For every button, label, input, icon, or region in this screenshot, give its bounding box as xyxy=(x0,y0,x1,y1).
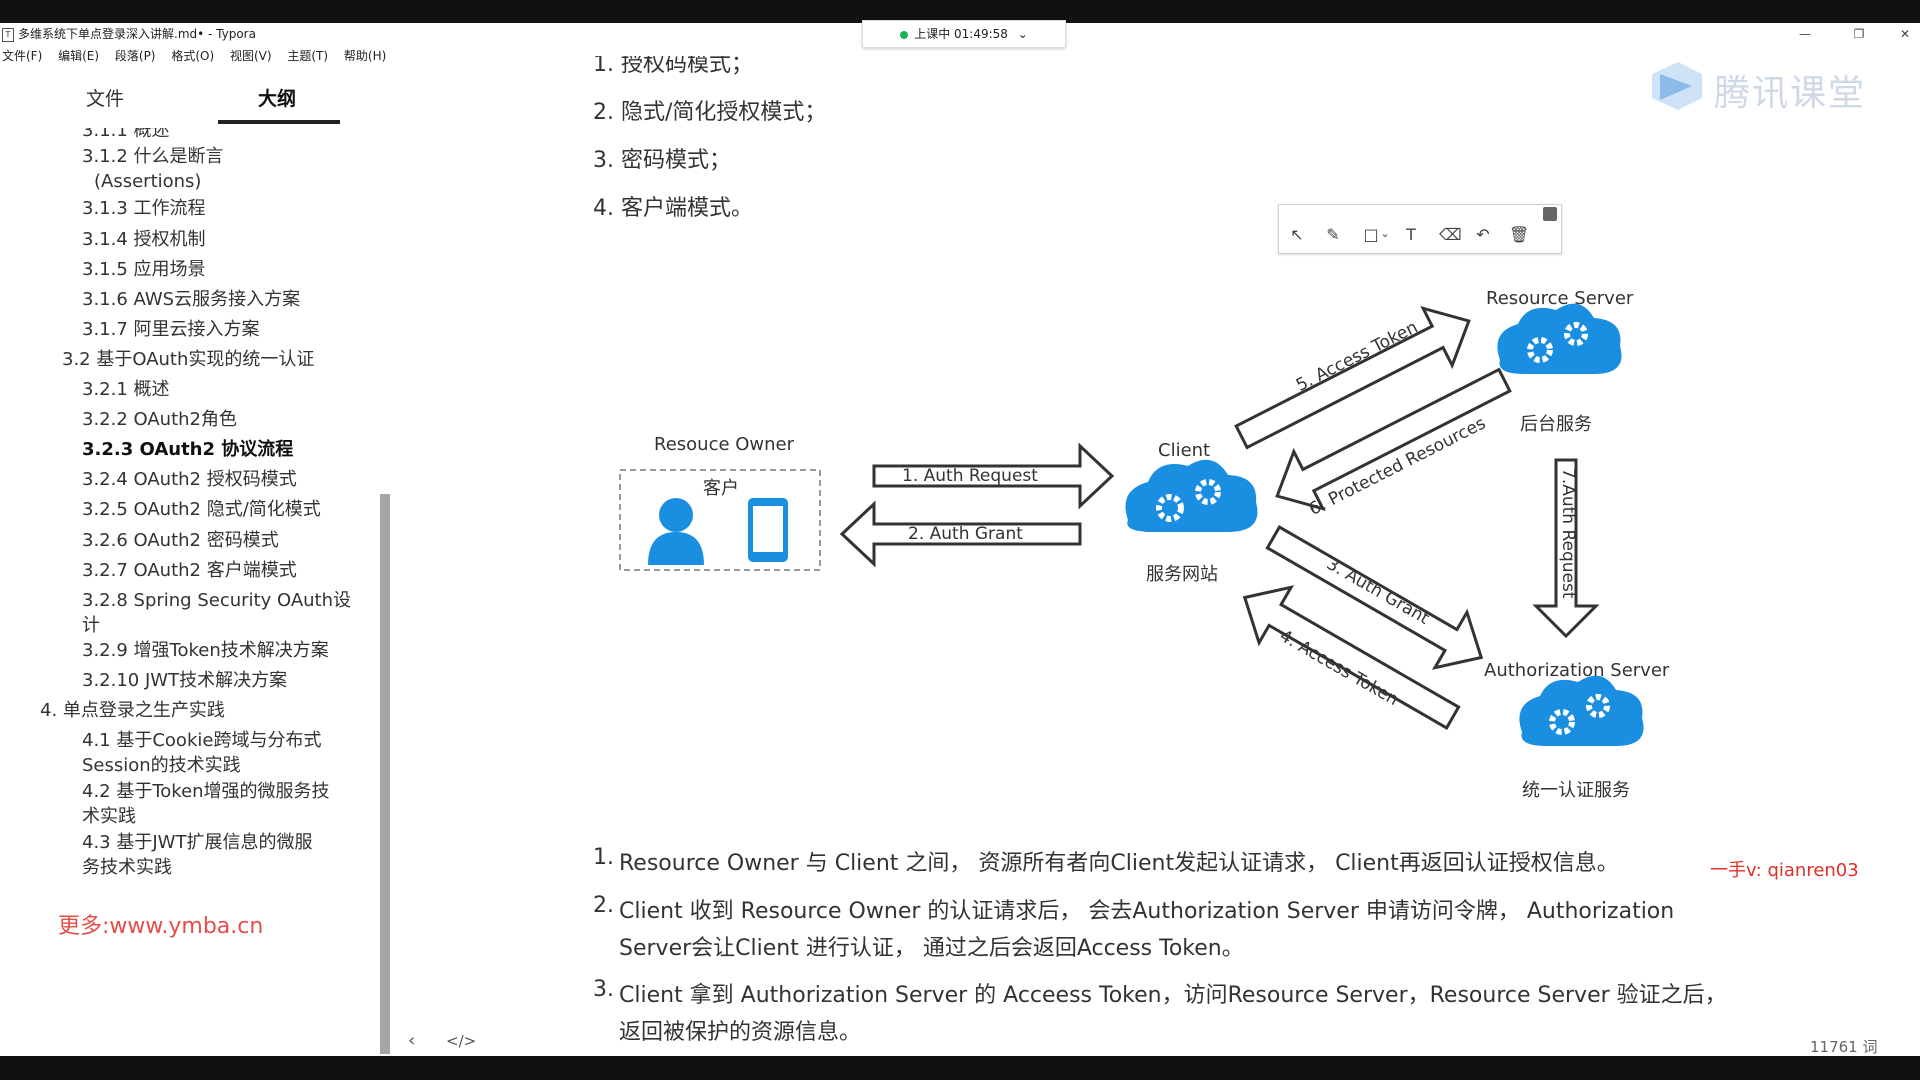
list-item-number: 3. xyxy=(593,977,614,1002)
list-item: 2. 隐式/简化授权模式； xyxy=(593,100,827,125)
source-code-icon[interactable]: </> xyxy=(446,1032,476,1050)
live-dot-icon xyxy=(900,30,909,39)
oauth-flow-diagram: Resouce Owner 客户 1. Auth Request 2. Auth… xyxy=(588,270,1728,810)
list-item-text: Server会让Client 进行认证， 通过之后会返回Access Token… xyxy=(619,936,1244,961)
text-icon[interactable]: T xyxy=(1401,225,1421,244)
tencent-classroom-logo: 腾讯课堂 xyxy=(1648,58,1868,114)
menu-edit[interactable]: 编辑(E) xyxy=(58,46,99,66)
pen-icon[interactable]: ✎ xyxy=(1323,225,1343,244)
list-item-number: 1. xyxy=(593,845,614,870)
menu-file[interactable]: 文件(F) xyxy=(2,46,42,66)
outline-item[interactable]: 3.1.6 AWS云服务接入方案 xyxy=(82,287,300,312)
chevron-down-icon[interactable]: ⌄ xyxy=(1375,227,1395,240)
list-item-text: Client 拿到 Authorization Server 的 Acceess… xyxy=(619,983,1727,1008)
list-item-text: 返回被保护的资源信息。 xyxy=(619,1020,862,1045)
outline-item[interactable]: 3.2.8 Spring Security OAuth设 xyxy=(82,588,351,613)
menu-format[interactable]: 格式(O) xyxy=(171,46,214,66)
active-tab-indicator xyxy=(218,120,340,124)
outline-item[interactable]: 4.2 基于Token增强的微服务技 xyxy=(82,779,330,804)
tab-outline[interactable]: 大纲 xyxy=(258,84,296,111)
sidebar-scrollbar-thumb[interactable] xyxy=(380,494,390,1054)
client-title: Client xyxy=(1158,440,1211,461)
outline-item[interactable]: 3.2.9 增强Token技术解决方案 xyxy=(82,638,329,663)
resource-server-title: Resource Server xyxy=(1486,288,1634,309)
outline-item[interactable]: 3.1.5 应用场景 xyxy=(82,257,206,282)
maximize-button[interactable]: ❐ xyxy=(1836,23,1882,46)
outline-item[interactable]: 3.1.4 授权机制 xyxy=(82,227,206,252)
menu-help[interactable]: 帮助(H) xyxy=(344,46,386,66)
outline-item[interactable]: 3.2.2 OAuth2角色 xyxy=(82,407,237,432)
auth-server-subtitle: 统一认证服务 xyxy=(1522,780,1630,801)
outline-item[interactable]: 4. 单点登录之生产实践 xyxy=(40,698,225,723)
outline-item-continuation[interactable]: 计 xyxy=(82,613,100,638)
close-button[interactable]: ✕ xyxy=(1882,23,1920,46)
annotation-toolbar: ↖ ✎ □ ⌄ T ⌫ ↶ 🗑 xyxy=(1278,204,1562,254)
minimize-button[interactable]: — xyxy=(1782,23,1828,46)
tab-files[interactable]: 文件 xyxy=(86,84,124,111)
phone-icon xyxy=(748,498,788,562)
outline-item[interactable]: 4.1 基于Cookie跨域与分布式 xyxy=(82,728,321,753)
resource-server-cloud-icon xyxy=(1497,303,1622,374)
resource-owner-title: Resouce Owner xyxy=(654,434,795,455)
arrow-label-2: 2. Auth Grant xyxy=(908,524,1023,544)
outline-item-continuation[interactable]: Session的技术实践 xyxy=(82,753,241,778)
window-title: 多维系统下单点登录深入讲解.md• - Typora xyxy=(18,27,256,41)
outline-item[interactable]: 4.3 基于JWT扩展信息的微服 xyxy=(82,830,312,855)
back-arrow-icon[interactable]: ‹ xyxy=(408,1030,415,1051)
outline-item[interactable]: 3.1.7 阿里云接入方案 xyxy=(82,317,260,342)
arrow-label-7: 7.Auth Request xyxy=(1558,468,1578,599)
class-timer[interactable]: 上课中 01:49:58 ⌄ xyxy=(862,20,1066,48)
client-subtitle: 服务网站 xyxy=(1146,564,1218,585)
screen-bottom-band xyxy=(0,1056,1920,1080)
chevron-down-icon: ⌄ xyxy=(1017,27,1028,41)
outline-item[interactable]: 3.1.3 工作流程 xyxy=(82,196,206,221)
menu-theme[interactable]: 主题(T) xyxy=(287,46,328,66)
outline-item-continuation[interactable]: 术实践 xyxy=(82,804,136,829)
list-item: 4. 客户端模式。 xyxy=(593,196,753,221)
trash-icon[interactable]: 🗑 xyxy=(1509,225,1529,244)
outline-item[interactable]: 3.1.1 概述 xyxy=(82,128,170,143)
resource-owner-subtitle: 客户 xyxy=(703,478,739,499)
outline-item[interactable]: 3.2.10 JWT技术解决方案 xyxy=(82,668,287,693)
diagram-canvas xyxy=(619,303,1644,746)
outline-item[interactable]: 3.2.5 OAuth2 隐式/简化模式 xyxy=(82,497,321,522)
list-item-text: Client 收到 Resource Owner 的认证请求后， 会去Autho… xyxy=(619,899,1675,924)
list-item-text: Resource Owner 与 Client 之间， 资源所有者向Client… xyxy=(619,851,1619,876)
menu-paragraph[interactable]: 段落(P) xyxy=(115,46,156,66)
outline-item[interactable]: 3.2.1 概述 xyxy=(82,377,170,402)
watermark-left: 更多:www.ymba.cn xyxy=(58,914,264,939)
typora-app-icon: T xyxy=(2,28,14,42)
list-item-number: 2. xyxy=(593,893,614,918)
menu-bar: 文件(F) 编辑(E) 段落(P) 格式(O) 视图(V) 主题(T) 帮助(H… xyxy=(0,46,1920,66)
list-item: 3. 密码模式； xyxy=(593,148,731,173)
play-icon xyxy=(1652,62,1702,110)
client-cloud-icon xyxy=(1125,459,1258,532)
outline-item-continuation[interactable]: (Assertions) xyxy=(94,169,201,194)
resource-server-subtitle: 后台服务 xyxy=(1520,414,1592,435)
eraser-icon[interactable]: ⌫ xyxy=(1439,225,1462,244)
outline-item[interactable]: 3.2.7 OAuth2 客户端模式 xyxy=(82,558,297,583)
outline-item-continuation[interactable]: 务技术实践 xyxy=(82,855,172,880)
arrow-label-1: 1. Auth Request xyxy=(902,466,1038,486)
outline-item[interactable]: 3.1.2 什么是断言 xyxy=(82,144,224,169)
auth-server-cloud-icon xyxy=(1519,675,1644,746)
class-timer-label: 上课中 01:49:58 xyxy=(914,27,1008,41)
outline-item-active[interactable]: 3.2.3 OAuth2 协议流程 xyxy=(82,437,293,462)
person-icon xyxy=(648,498,704,565)
auth-server-title: Authorization Server xyxy=(1484,660,1670,681)
close-icon[interactable] xyxy=(1543,207,1557,221)
word-count[interactable]: 11761 词 xyxy=(1810,1036,1878,1057)
outline-item[interactable]: 3.2 基于OAuth实现的统一认证 xyxy=(62,347,314,372)
select-icon[interactable]: ↖ xyxy=(1287,225,1307,244)
watermark-right: 一手v: qianren03 xyxy=(1710,860,1859,881)
menu-view[interactable]: 视图(V) xyxy=(230,46,272,66)
undo-icon[interactable]: ↶ xyxy=(1473,225,1493,244)
outline-item[interactable]: 3.2.4 OAuth2 授权码模式 xyxy=(82,467,297,492)
brand-name: 腾讯课堂 xyxy=(1714,73,1867,114)
outline-item[interactable]: 3.2.6 OAuth2 密码模式 xyxy=(82,528,279,553)
